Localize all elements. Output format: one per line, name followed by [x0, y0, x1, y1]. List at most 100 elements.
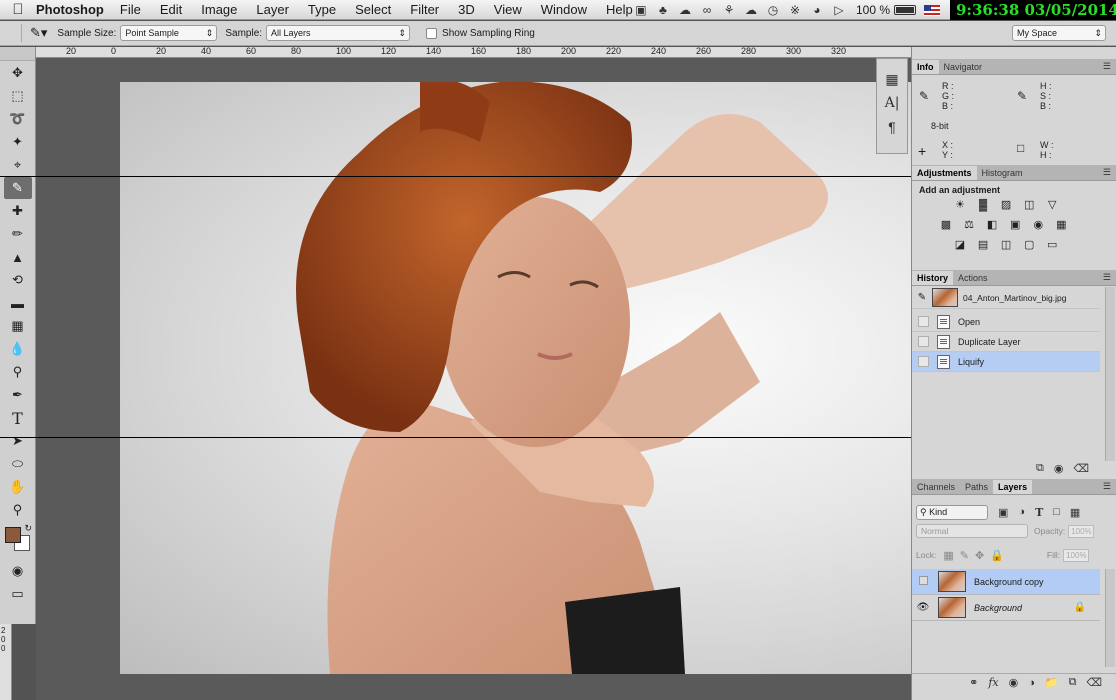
- cloud-icon[interactable]: ☁: [674, 3, 696, 17]
- sample-select[interactable]: All Layers: [266, 25, 411, 41]
- menu-filter[interactable]: Filter: [410, 2, 439, 17]
- menu-window[interactable]: Window: [541, 2, 587, 17]
- new-adjustment-layer-icon[interactable]: ◑: [1028, 677, 1035, 689]
- channel-mixer-icon[interactable]: ◉: [1031, 219, 1045, 231]
- hand-tool-icon[interactable]: ✋: [4, 476, 32, 498]
- new-layer-icon[interactable]: ⧉: [1069, 676, 1077, 689]
- lock-image-icon[interactable]: ✎: [960, 549, 969, 562]
- ruler-left[interactable]: 200: [0, 624, 12, 700]
- menu-layer[interactable]: Layer: [256, 2, 289, 17]
- menu-select[interactable]: Select: [355, 2, 391, 17]
- path-select-tool-icon[interactable]: ➤: [4, 430, 32, 452]
- eye-icon[interactable]: 👁: [912, 602, 934, 613]
- swap-colors-icon[interactable]: ↻: [24, 523, 32, 534]
- filter-smart-object-icon[interactable]: ▦: [1070, 506, 1080, 519]
- marquee-tool-icon[interactable]: ⬚: [4, 85, 32, 107]
- delete-layer-icon[interactable]: ⌫: [1086, 676, 1102, 689]
- eyedropper-tool-icon[interactable]: ✎: [3, 177, 32, 199]
- filter-shape-icon[interactable]: □: [1053, 506, 1060, 518]
- us-flag-icon[interactable]: [924, 4, 940, 16]
- tab-navigator[interactable]: Navigator: [939, 60, 988, 74]
- filter-type-icon[interactable]: T: [1035, 506, 1043, 519]
- menu-view[interactable]: View: [494, 2, 522, 17]
- bluetooth-icon[interactable]: ※: [784, 3, 806, 17]
- cloud-sync-icon[interactable]: ☁: [740, 3, 762, 17]
- filter-adjustment-icon[interactable]: ◑: [1018, 506, 1025, 518]
- tab-layers[interactable]: Layers: [993, 480, 1033, 494]
- foreground-color-swatch[interactable]: [5, 527, 21, 543]
- tab-paths[interactable]: Paths: [960, 480, 993, 494]
- link-layers-icon[interactable]: ⚭: [969, 676, 978, 689]
- type-tool-icon[interactable]: T: [4, 407, 32, 429]
- brush-tool-icon[interactable]: ✏: [4, 223, 32, 245]
- history-state-checkbox[interactable]: [918, 316, 929, 327]
- app-menu[interactable]: Photoshop: [36, 2, 104, 17]
- wifi-icon[interactable]: ◕: [806, 3, 828, 17]
- toolbox-grip[interactable]: [0, 47, 35, 61]
- ellipse-tool-icon[interactable]: ⬭: [4, 453, 32, 475]
- adjustments-menu-icon[interactable]: ☰: [1103, 167, 1111, 178]
- layers-scrollbar[interactable]: [1105, 569, 1115, 667]
- delete-state-icon[interactable]: ⌫: [1073, 462, 1089, 475]
- blur-tool-icon[interactable]: 💧: [4, 338, 32, 360]
- history-state-checkbox[interactable]: [918, 336, 929, 347]
- eraser-tool-icon[interactable]: ▬: [4, 292, 32, 314]
- history-state-checkbox[interactable]: [918, 356, 929, 367]
- quick-mask-icon[interactable]: ◉: [4, 560, 32, 582]
- menu-type[interactable]: Type: [308, 2, 336, 17]
- opacity-input[interactable]: 100%: [1068, 524, 1095, 538]
- volume-icon[interactable]: ▷: [828, 3, 850, 17]
- time-machine-icon[interactable]: ◷: [762, 3, 784, 17]
- apple-menu-icon[interactable]: : [0, 1, 36, 18]
- tab-actions[interactable]: Actions: [953, 271, 993, 285]
- handshake-icon[interactable]: ⚘: [718, 3, 740, 17]
- menu-file[interactable]: File: [120, 2, 141, 17]
- lock-all-icon[interactable]: 🔒: [990, 549, 1004, 562]
- threshold-icon[interactable]: ◫: [999, 239, 1013, 251]
- dodge-tool-icon[interactable]: ⚲: [4, 361, 32, 383]
- new-group-icon[interactable]: 📁: [1045, 676, 1059, 689]
- document-canvas[interactable]: [36, 58, 911, 700]
- clone-stamp-tool-icon[interactable]: ▲: [4, 246, 32, 268]
- show-sampling-ring-checkbox[interactable]: [426, 27, 438, 39]
- menu-help[interactable]: Help: [606, 2, 633, 17]
- character-panel-icon[interactable]: A|: [880, 91, 904, 115]
- levels-icon[interactable]: ▓: [976, 199, 990, 211]
- horizontal-guide-1[interactable]: [0, 176, 911, 177]
- layer-style-icon[interactable]: fx: [988, 676, 998, 689]
- lock-position-icon[interactable]: ✥: [975, 549, 984, 562]
- curves-icon[interactable]: ▨: [999, 199, 1013, 211]
- vibrance-icon[interactable]: ▽: [1045, 199, 1059, 211]
- black-white-icon[interactable]: ◧: [985, 219, 999, 231]
- invert-icon[interactable]: ◪: [953, 239, 967, 251]
- tab-adjustments[interactable]: Adjustments: [912, 166, 977, 180]
- layers-menu-icon[interactable]: ☰: [1103, 481, 1111, 492]
- move-tool-icon[interactable]: ✥: [4, 62, 32, 84]
- layer-name[interactable]: Background: [974, 603, 1022, 613]
- history-brush-tool-icon[interactable]: ⟲: [4, 269, 32, 291]
- add-mask-icon[interactable]: ◉: [1009, 676, 1019, 689]
- healing-brush-tool-icon[interactable]: ✚: [4, 200, 32, 222]
- menu-image[interactable]: Image: [201, 2, 237, 17]
- selective-color-icon[interactable]: ▢: [1022, 239, 1036, 251]
- workspace-select[interactable]: My Space: [1012, 25, 1106, 41]
- history-brush-source-icon[interactable]: ✎: [912, 292, 932, 303]
- fill-input[interactable]: 100%: [1063, 548, 1090, 562]
- crop-tool-icon[interactable]: ⌖: [4, 154, 32, 176]
- quick-select-tool-icon[interactable]: ✦: [4, 131, 32, 153]
- layer-visibility-toggle[interactable]: [912, 575, 934, 588]
- evernote-icon[interactable]: ♣: [652, 3, 674, 17]
- horizontal-guide-2[interactable]: [0, 437, 911, 438]
- gradient-map-icon[interactable]: ▭: [1045, 239, 1059, 251]
- paragraph-panel-icon[interactable]: ¶: [880, 115, 904, 139]
- history-state-liquify[interactable]: Liquify: [912, 352, 1100, 372]
- layer-row-background-copy[interactable]: Background copy: [912, 569, 1100, 595]
- menu-3d[interactable]: 3D: [458, 2, 475, 17]
- menu-edit[interactable]: Edit: [160, 2, 182, 17]
- clock[interactable]: 9:36:38 03/05/2014: [950, 0, 1116, 20]
- tab-history[interactable]: History: [912, 271, 954, 285]
- panel-menu-icon[interactable]: ☰: [1103, 61, 1111, 72]
- monitor-icon[interactable]: ▣: [630, 3, 652, 17]
- layer-row-background[interactable]: 👁 Background 🔒: [912, 595, 1100, 621]
- blend-mode-select[interactable]: Normal: [916, 524, 1028, 538]
